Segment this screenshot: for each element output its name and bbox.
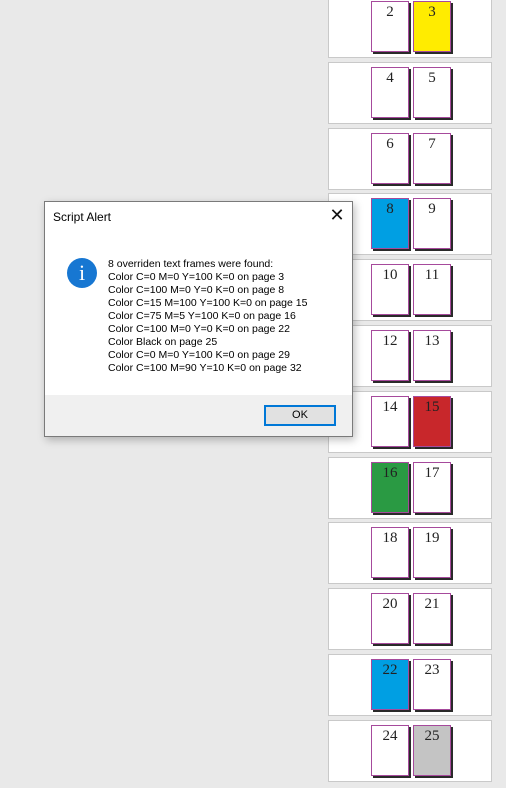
message-line: Color C=100 M=0 Y=0 K=0 on page 22 xyxy=(108,323,290,335)
page-number: 11 xyxy=(424,267,440,284)
page-thumbnail[interactable]: 3 xyxy=(413,1,451,52)
page-thumbnail[interactable]: 25 xyxy=(413,724,451,776)
page-number: 12 xyxy=(382,333,398,349)
message-line: 8 overriden text frames were found: xyxy=(108,258,274,270)
dialog-message: 8 overriden text frames were found: Colo… xyxy=(108,258,344,375)
page-thumbnail[interactable]: 24 xyxy=(371,724,409,776)
page-spread[interactable]: 45 xyxy=(328,61,492,124)
page-spread[interactable]: 22 23 xyxy=(328,654,492,716)
page-thumbnail[interactable]: 22 xyxy=(371,659,409,710)
message-line: Color C=0 M=0 Y=100 K=0 on page 3 xyxy=(108,271,285,283)
page-number: 5 xyxy=(428,69,436,86)
page-number: 18 xyxy=(382,530,398,547)
page-spread[interactable]: 20 21 xyxy=(328,588,492,651)
page-thumbnail[interactable]: 4 xyxy=(371,66,409,118)
dialog-body: i 8 overriden text frames were found: Co… xyxy=(45,232,352,395)
page-thumbnail[interactable]: 9 xyxy=(413,198,451,250)
page-thumbnail[interactable]: 13 xyxy=(413,330,451,381)
page-spread[interactable]: 24 25 xyxy=(328,719,492,782)
page-number: 19 xyxy=(424,530,440,547)
page-number: 10 xyxy=(382,267,398,284)
page-spread[interactable]: 18 19 xyxy=(328,522,492,585)
page-thumbnail[interactable]: 10 xyxy=(371,264,409,316)
page-number: 8 xyxy=(386,201,394,218)
page-thumbnail[interactable]: 17 xyxy=(413,461,451,513)
message-line: Color C=15 M=100 Y=100 K=0 on page 15 xyxy=(108,297,308,309)
page-thumbnail[interactable]: 15 xyxy=(413,395,451,447)
page-number: 15 xyxy=(424,398,440,415)
message-line: Color C=100 M=90 Y=10 K=0 on page 32 xyxy=(108,362,302,374)
info-icon: i xyxy=(67,258,97,288)
page-thumbnail[interactable]: 6 xyxy=(371,132,409,184)
message-line: Color C=100 M=0 Y=0 K=0 on page 8 xyxy=(108,284,285,296)
page-thumbnail[interactable]: 5 xyxy=(413,66,451,118)
dialog-title: Script Alert xyxy=(53,210,112,224)
page-number: 16 xyxy=(382,464,398,481)
page-number: 13 xyxy=(424,333,440,349)
page-thumbnail[interactable]: 18 xyxy=(371,527,409,579)
close-icon[interactable]: ✕ xyxy=(322,202,352,232)
message-line: Color C=75 M=5 Y=100 K=0 on page 16 xyxy=(108,310,296,322)
page-number: 24 xyxy=(382,727,398,744)
page-thumbnail[interactable]: 2 xyxy=(371,1,409,52)
page-thumbnail[interactable]: 19 xyxy=(413,527,451,579)
page-number: 6 xyxy=(386,135,394,152)
page-number: 7 xyxy=(428,135,436,152)
page-thumbnail[interactable]: 8 xyxy=(371,198,409,250)
message-line: Color C=0 M=0 Y=100 K=0 on page 29 xyxy=(108,349,290,361)
page-number: 22 xyxy=(382,662,398,678)
page-number: 9 xyxy=(428,201,436,218)
page-thumbnail[interactable]: 23 xyxy=(413,659,451,710)
dialog-footer: OK xyxy=(45,395,352,436)
page-number: 14 xyxy=(382,398,398,415)
page-thumbnail[interactable]: 14 xyxy=(371,395,409,447)
page-number: 23 xyxy=(424,662,440,678)
page-thumbnail[interactable]: 20 xyxy=(371,593,409,645)
page-number: 17 xyxy=(424,464,440,481)
message-line: Color Black on page 25 xyxy=(108,336,218,348)
page-thumbnail[interactable]: 16 xyxy=(371,461,409,513)
page-number: 25 xyxy=(424,727,440,744)
script-alert-dialog: Script Alert ✕ i 8 overriden text frames… xyxy=(44,201,353,437)
page-thumbnail[interactable]: 12 xyxy=(371,330,409,381)
page-thumbnail[interactable]: 11 xyxy=(413,264,451,316)
page-number: 3 xyxy=(428,4,436,20)
page-number: 21 xyxy=(424,596,440,613)
page-number: 2 xyxy=(386,4,394,20)
page-spread[interactable]: 16 17 xyxy=(328,456,492,519)
page-spread[interactable]: 67 xyxy=(328,127,492,190)
page-number: 4 xyxy=(386,69,394,86)
ok-button[interactable]: OK xyxy=(264,405,336,426)
page-number: 20 xyxy=(382,596,398,613)
dialog-titlebar[interactable]: Script Alert ✕ xyxy=(45,202,352,232)
page-spread[interactable]: 23 xyxy=(328,0,492,58)
page-thumbnail[interactable]: 21 xyxy=(413,593,451,645)
page-thumbnail[interactable]: 7 xyxy=(413,132,451,184)
